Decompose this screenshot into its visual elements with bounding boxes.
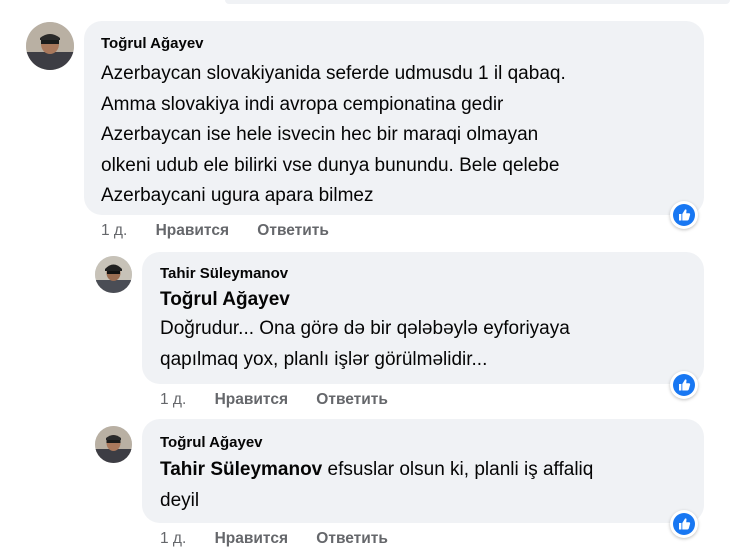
like-icon xyxy=(673,513,695,535)
previous-comment-edge xyxy=(225,0,730,4)
comment-line: Azerbaycan slovakiyanida seferde udmusdu… xyxy=(101,63,566,84)
profile-photo xyxy=(95,426,132,463)
profile-photo xyxy=(26,22,74,70)
like-button[interactable]: Нравится xyxy=(215,391,288,409)
reply-button[interactable]: Ответить xyxy=(316,391,388,409)
comment-author[interactable]: Tahir Süleymanov xyxy=(160,265,288,282)
comment-line: Azerbaycani ugura apara bilmez xyxy=(101,185,374,206)
reaction-badge[interactable] xyxy=(670,371,698,399)
reaction-badge[interactable] xyxy=(670,510,698,538)
mention-link[interactable]: Toğrul Ağayev xyxy=(160,289,290,311)
avatar[interactable] xyxy=(95,426,132,463)
comment-line: qapılmaq yox, planlı işlər görülməlidir.… xyxy=(160,348,488,370)
like-icon xyxy=(673,374,695,396)
reply-button[interactable]: Ответить xyxy=(257,222,329,240)
mention-link[interactable]: Tahir Süleymanov xyxy=(160,459,322,480)
like-icon xyxy=(673,204,695,226)
comment-timestamp[interactable]: 1 д. xyxy=(160,530,186,548)
comment-line: deyil xyxy=(160,489,200,511)
comment-line: Doğrudur... Ona görə də bir qələbəylə ey… xyxy=(160,318,570,339)
reaction-badge[interactable] xyxy=(670,201,698,229)
reply-button[interactable]: Ответить xyxy=(316,530,388,548)
avatar[interactable] xyxy=(26,22,74,70)
like-button[interactable]: Нравится xyxy=(215,530,288,548)
comment-actions: 1 д. Нравится Ответить xyxy=(160,391,412,409)
comment-timestamp[interactable]: 1 д. xyxy=(101,222,127,240)
comment-line: Amma slovakiya indi avropa cempionatina … xyxy=(101,93,504,115)
comment-line: Azerbaycan ise hele isvecin hec bir mara… xyxy=(101,124,539,145)
comment-actions: 1 д. Нравится Ответить xyxy=(101,222,353,240)
comment-timestamp[interactable]: 1 д. xyxy=(160,391,186,409)
comment-text: Doğrudur... Ona görə də bir qələbəylə ey… xyxy=(160,314,570,375)
comment-author[interactable]: Toğrul Ağayev xyxy=(101,35,204,52)
comment-actions: 1 д. Нравится Ответить xyxy=(160,530,412,548)
comment-text: Azerbaycan slovakiyanida seferde udmusdu… xyxy=(101,59,566,212)
comment-text: Tahir Süleymanov efsuslar olsun ki, plan… xyxy=(160,455,593,516)
profile-photo xyxy=(95,256,132,293)
avatar[interactable] xyxy=(95,256,132,293)
comment-line: Tahir Süleymanov efsuslar olsun ki, plan… xyxy=(160,455,593,486)
comment-line: olkeni udub ele bilirki vse dunya bunund… xyxy=(101,154,560,176)
comment-line-text: efsuslar olsun ki, planli iş affaliq xyxy=(327,459,594,480)
like-button[interactable]: Нравится xyxy=(156,222,229,240)
comment-author[interactable]: Toğrul Ağayev xyxy=(160,434,263,451)
